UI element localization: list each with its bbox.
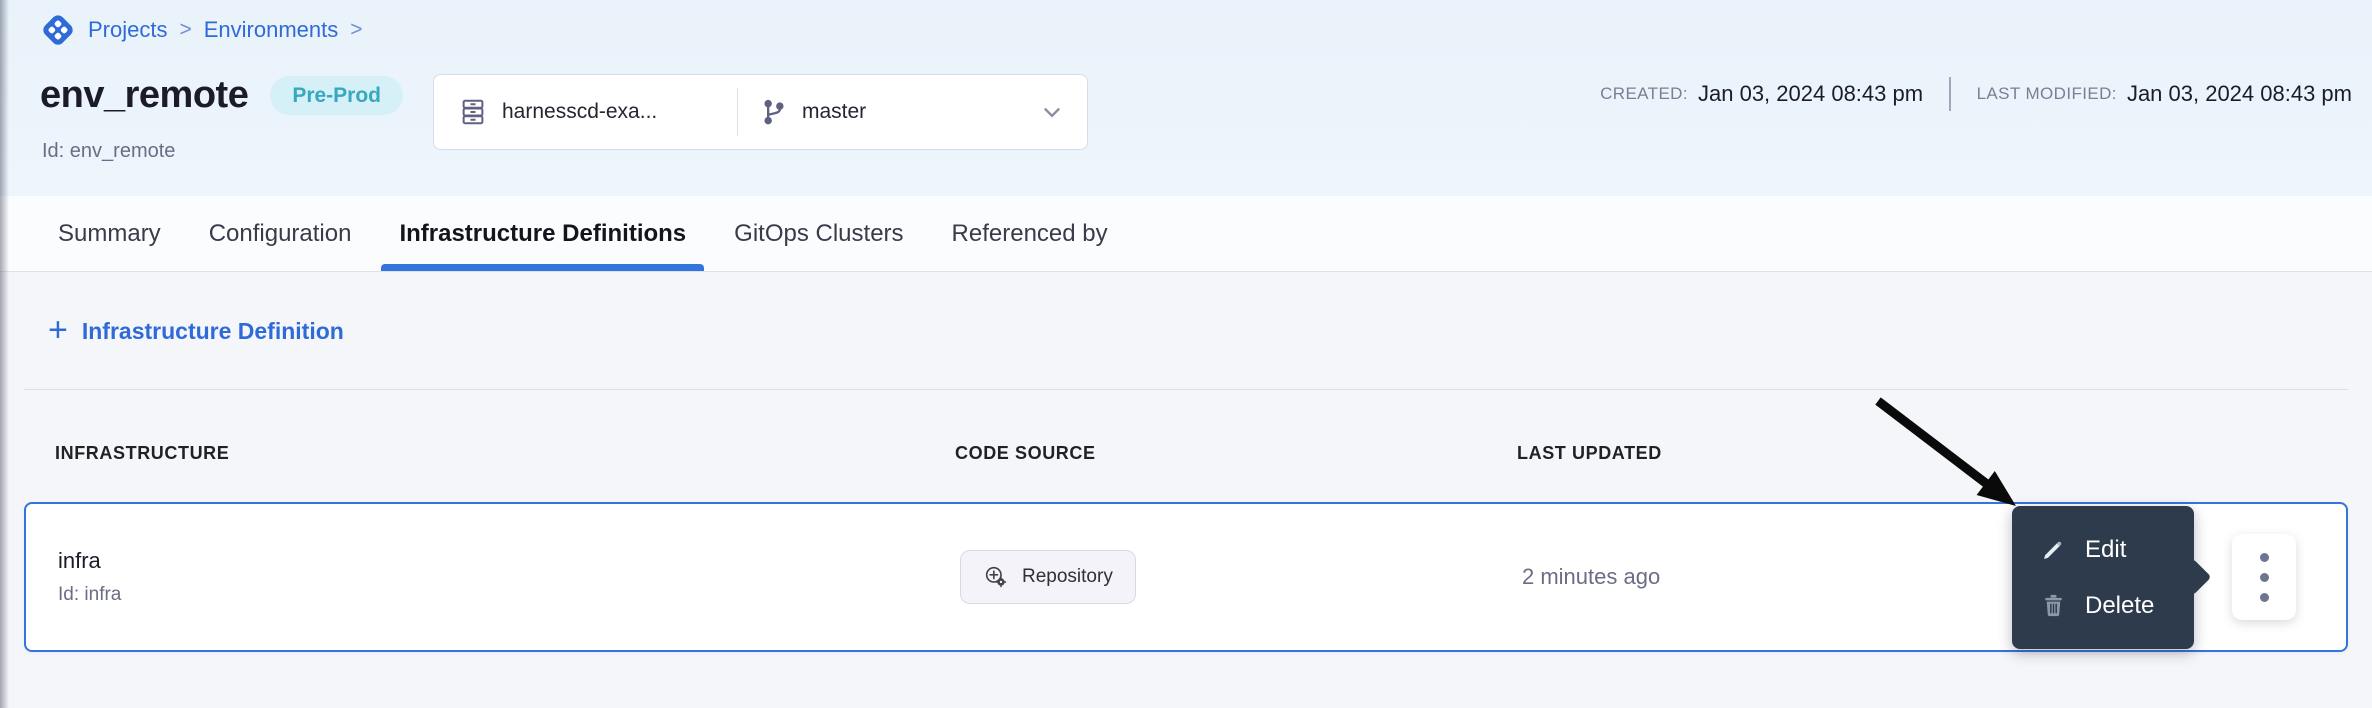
tab-summary[interactable]: Summary	[34, 196, 185, 271]
toolbar: + Infrastructure Definition	[0, 272, 2372, 390]
add-infrastructure-definition-button[interactable]: + Infrastructure Definition	[48, 316, 344, 347]
table-row[interactable]: infra Id: infra Repository 2 minutes ago	[24, 502, 2348, 652]
row-options-button[interactable]	[2232, 534, 2296, 620]
breadcrumb: Projects > Environments >	[40, 12, 363, 48]
infrastructure-cell: infra Id: infra	[58, 548, 960, 606]
tab-referenced-by[interactable]: Referenced by	[928, 196, 1132, 271]
page-title: env_remote	[40, 74, 248, 117]
infrastructure-name: infra	[58, 548, 960, 574]
breadcrumb-separator: >	[350, 18, 362, 42]
breadcrumb-projects[interactable]: Projects	[88, 17, 167, 43]
repo-name: harnesscd-exa...	[502, 100, 657, 124]
last-modified-value: Jan 03, 2024 08:43 pm	[2127, 81, 2352, 107]
branch-name: master	[802, 100, 866, 124]
menu-item-delete[interactable]: Delete	[2012, 578, 2194, 634]
tab-infrastructure-definitions[interactable]: Infrastructure Definitions	[375, 196, 710, 271]
plus-icon: +	[48, 313, 68, 347]
repository-icon	[458, 97, 488, 127]
repo-branch-selector[interactable]: harnesscd-exa... master	[433, 74, 1088, 150]
column-code-source: CODE SOURCE	[955, 443, 1517, 464]
last-updated-cell: 2 minutes ago	[1522, 564, 2346, 590]
code-source-cell: Repository	[960, 550, 1522, 604]
harness-logo-icon	[40, 12, 76, 48]
kebab-icon	[2260, 553, 2269, 562]
tab-gitops-clusters[interactable]: GitOps Clusters	[710, 196, 927, 271]
menu-item-label: Edit	[2085, 536, 2126, 564]
add-button-label: Infrastructure Definition	[82, 318, 344, 345]
created-value: Jan 03, 2024 08:43 pm	[1698, 81, 1923, 107]
table-header: INFRASTRUCTURE CODE SOURCE LAST UPDATED	[0, 390, 2372, 502]
breadcrumb-environments[interactable]: Environments	[204, 17, 339, 43]
column-last-updated: LAST UPDATED	[1517, 443, 2372, 464]
git-branch-icon	[760, 98, 788, 126]
menu-item-label: Delete	[2085, 592, 2154, 620]
breadcrumb-separator: >	[179, 18, 191, 42]
chevron-down-icon	[1039, 99, 1065, 125]
remote-repository-icon	[983, 564, 1009, 590]
env-meta: CREATED: Jan 03, 2024 08:43 pm LAST MODI…	[1600, 74, 2352, 114]
trash-icon	[2040, 592, 2067, 619]
created-label: CREATED:	[1600, 84, 1688, 104]
page-header: Projects > Environments > env_remote Pre…	[0, 0, 2372, 196]
repo-name-section[interactable]: harnesscd-exa...	[434, 75, 737, 149]
tab-bar: Summary Configuration Infrastructure Def…	[0, 196, 2372, 272]
meta-divider	[1949, 77, 1951, 111]
code-source-label: Repository	[1022, 566, 1113, 588]
row-context-menu: Edit Delete	[2012, 506, 2194, 649]
menu-item-edit[interactable]: Edit	[2012, 522, 2194, 578]
env-identifier: Id: env_remote	[42, 140, 175, 163]
tab-configuration[interactable]: Configuration	[185, 196, 376, 271]
env-type-badge: Pre-Prod	[270, 76, 403, 115]
pencil-icon	[2040, 536, 2067, 563]
branch-section[interactable]: master	[738, 75, 1087, 149]
column-infrastructure: INFRASTRUCTURE	[55, 443, 955, 464]
infrastructure-id: Id: infra	[58, 584, 960, 606]
last-modified-label: LAST MODIFIED:	[1977, 84, 2117, 104]
code-source-badge: Repository	[960, 550, 1136, 604]
